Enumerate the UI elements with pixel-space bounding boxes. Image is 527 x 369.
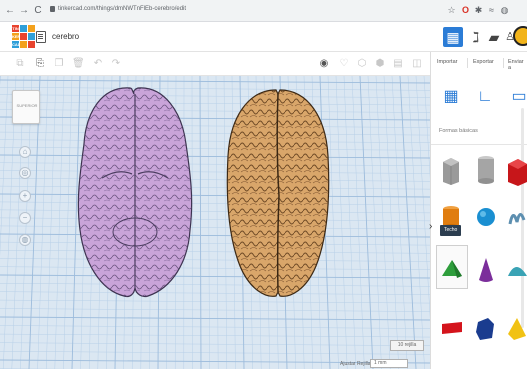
shape-half-sphere[interactable] (506, 258, 527, 282)
opera-extension-icon[interactable]: O (460, 4, 471, 17)
browser-toolbar: ← → C tinkercad.com/things/dmNWTnFlEb-ce… (0, 0, 527, 22)
shape-scribble[interactable] (508, 204, 527, 230)
view-cube-label: SUPERIOR (16, 103, 38, 108)
export-button[interactable]: Exportar (473, 59, 494, 65)
3d-view-grid-icon[interactable]: ▦ (443, 27, 463, 47)
notes-icon[interactable]: ▭ (510, 86, 527, 108)
workplane[interactable]: SUPERIOR ⌂ ◎ + − ◍ 10 rejilla Ajustar Re… (0, 76, 430, 369)
shape-pyramid[interactable] (506, 316, 527, 342)
tinkercad-logo[interactable]: TIN KER CAD (12, 25, 35, 49)
shape-tooltip: Techo (440, 225, 462, 236)
workplane-grid (0, 76, 430, 369)
logo-text: KER (12, 33, 21, 40)
camera-view-icon[interactable]: ◉ (318, 57, 330, 70)
brain-model-purple[interactable] (72, 82, 198, 302)
shape-category-select[interactable]: Formas básicas (439, 128, 478, 134)
align-icon[interactable]: ▤ (392, 57, 404, 70)
shape-box[interactable] (506, 156, 527, 186)
delete-icon[interactable]: 🗑 (72, 57, 85, 70)
shape-text[interactable] (440, 318, 464, 338)
panel-collapse-chevron-icon[interactable]: › (429, 221, 432, 232)
import-button[interactable]: Importar (437, 59, 457, 65)
logo-text: TIN (12, 25, 19, 32)
star-icon[interactable]: ☆ (446, 4, 457, 17)
grid-size-indicator[interactable]: 10 rejilla (390, 340, 424, 351)
tab-divider (467, 58, 468, 68)
profile-icon[interactable]: ◍ (499, 4, 510, 17)
edit-toolbar: ⧉ ⎘ ❐ 🗑 ↶ ↷ ◉ ♡ ⬡ ⬢ ▤ ◫ (0, 52, 430, 76)
back-arrow-icon[interactable]: ← (4, 4, 16, 17)
filter-extension-icon[interactable]: ≈ (486, 4, 497, 17)
divider (431, 144, 527, 145)
user-avatar[interactable] (513, 26, 527, 46)
shape-striped-box[interactable] (440, 156, 462, 186)
light-bulb-icon[interactable]: ♡ (338, 57, 350, 70)
tab-divider (503, 58, 504, 68)
workplane-icon[interactable]: ▦ (442, 86, 460, 108)
snap-grid-select[interactable]: 1 mm (370, 359, 408, 368)
send-to-button[interactable]: Enviar a (508, 59, 527, 71)
mirror-icon[interactable]: ◫ (411, 57, 423, 70)
app-header: TIN KER CAD cerebro ▦ ℷ ▰ ♙ (0, 22, 527, 52)
document-icon[interactable] (36, 31, 46, 43)
project-name[interactable]: cerebro (52, 32, 79, 41)
undo-icon[interactable]: ↶ (92, 57, 104, 70)
redo-icon[interactable]: ↷ (110, 57, 122, 70)
logo-text: CAD (12, 41, 21, 48)
shape-polygon[interactable] (474, 316, 496, 342)
brain-model-orange[interactable] (222, 86, 334, 302)
shape-roof[interactable] (440, 250, 464, 284)
address-bar[interactable]: tinkercad.com/things/dmNWTnFlEb-cerebro/… (58, 6, 186, 12)
ungroup-icon[interactable]: ⬢ (374, 57, 386, 70)
copy-icon[interactable]: ⧉ (14, 57, 26, 70)
blocks-view-icon[interactable]: ℷ (466, 27, 486, 47)
ruler-icon[interactable]: ∟ (476, 86, 494, 108)
lock-icon (50, 6, 55, 12)
shape-striped-cylinder[interactable] (476, 154, 496, 186)
snap-grid-label: Ajustar Rejilla (340, 361, 371, 367)
shape-cone[interactable] (477, 256, 495, 284)
reload-icon[interactable]: C (32, 4, 44, 17)
forward-arrow-icon[interactable]: → (18, 4, 30, 17)
extension-icon[interactable]: ✱ (473, 4, 484, 17)
zoom-out-icon[interactable]: − (19, 212, 31, 224)
perspective-icon[interactable]: ◍ (19, 234, 31, 246)
paste-icon[interactable]: ⎘ (34, 57, 46, 70)
group-icon[interactable]: ⬡ (356, 57, 368, 70)
home-view-icon[interactable]: ⌂ (19, 146, 31, 158)
shape-sphere[interactable] (476, 206, 496, 228)
duplicate-icon[interactable]: ❐ (53, 57, 65, 70)
view-cube[interactable]: SUPERIOR (12, 90, 40, 124)
fit-view-icon[interactable]: ◎ (19, 167, 31, 179)
zoom-in-icon[interactable]: + (19, 190, 31, 202)
